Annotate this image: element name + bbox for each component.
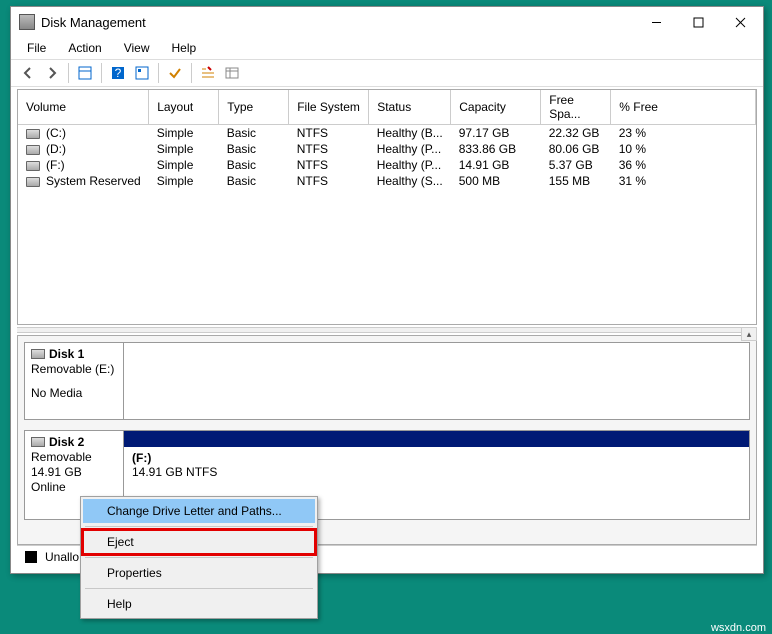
titlebar[interactable]: Disk Management (11, 7, 763, 37)
separator (85, 526, 313, 527)
disk-icon (31, 437, 45, 447)
svg-text:?: ? (115, 66, 122, 80)
maximize-button[interactable] (677, 8, 719, 36)
minimize-button[interactable] (635, 8, 677, 36)
attribution: wsxdn.com (711, 622, 766, 634)
properties-icon[interactable] (74, 62, 96, 84)
ctx-properties[interactable]: Properties (83, 561, 315, 585)
disk-name: Disk 1 (49, 347, 84, 361)
toolbar: ? (11, 59, 763, 87)
partition-label: (F:) (132, 451, 741, 465)
help-icon[interactable]: ? (107, 62, 129, 84)
drive-icon (26, 161, 40, 171)
disk-management-window: Disk Management File Action View Help ? … (10, 6, 764, 574)
ctx-help[interactable]: Help (83, 592, 315, 616)
close-button[interactable] (719, 8, 761, 36)
separator (85, 557, 313, 558)
context-menu: Change Drive Letter and Paths... Eject P… (80, 496, 318, 619)
col-capacity[interactable]: Capacity (451, 90, 541, 125)
col-layout[interactable]: Layout (149, 90, 219, 125)
window-title: Disk Management (41, 15, 635, 30)
grid-icon[interactable] (221, 62, 243, 84)
disk-media: No Media (31, 386, 117, 400)
table-row[interactable]: System ReservedSimpleBasicNTFSHealthy (S… (18, 173, 756, 189)
table-row[interactable]: (F:)SimpleBasicNTFSHealthy (P...14.91 GB… (18, 157, 756, 173)
menu-help[interactable]: Help (162, 39, 207, 57)
menubar: File Action View Help (11, 37, 763, 59)
action-icon[interactable] (164, 62, 186, 84)
disk-name: Disk 2 (49, 435, 84, 449)
drive-icon (26, 129, 40, 139)
disk-label[interactable]: Disk 1 Removable (E:) No Media (24, 342, 124, 420)
col-volume[interactable]: Volume (18, 90, 149, 125)
partition-info: 14.91 GB NTFS (132, 465, 741, 479)
volume-list[interactable]: Volume Layout Type File System Status Ca… (17, 89, 757, 325)
disk-state: Online (31, 480, 117, 494)
back-button[interactable] (17, 62, 39, 84)
refresh-icon[interactable] (131, 62, 153, 84)
drive-icon (26, 145, 40, 155)
partition-header (124, 431, 749, 447)
col-type[interactable]: Type (219, 90, 289, 125)
ctx-change-drive-letter[interactable]: Change Drive Letter and Paths... (83, 499, 315, 523)
col-fs[interactable]: File System (289, 90, 369, 125)
col-status[interactable]: Status (369, 90, 451, 125)
disk-size: 14.91 GB (31, 465, 117, 479)
forward-button[interactable] (41, 62, 63, 84)
legend-unallocated: Unallo (45, 550, 79, 564)
disk-type: Removable (E:) (31, 362, 117, 376)
list-icon[interactable] (197, 62, 219, 84)
col-free[interactable]: Free Spa... (541, 90, 611, 125)
splitter[interactable]: ▴ (17, 327, 757, 333)
table-row[interactable]: (D:)SimpleBasicNTFSHealthy (P...833.86 G… (18, 141, 756, 157)
disk-type: Removable (31, 450, 117, 464)
table-row[interactable]: (C:)SimpleBasicNTFSHealthy (B...97.17 GB… (18, 125, 756, 142)
col-pct[interactable]: % Free (611, 90, 756, 125)
menu-view[interactable]: View (114, 39, 160, 57)
drive-icon (26, 177, 40, 187)
disk-icon (31, 349, 45, 359)
menu-file[interactable]: File (17, 39, 56, 57)
ctx-eject[interactable]: Eject (83, 530, 315, 554)
app-icon (19, 14, 35, 30)
menu-action[interactable]: Action (58, 39, 111, 57)
legend-unallocated-icon (25, 551, 37, 563)
scroll-up-icon[interactable]: ▴ (741, 327, 757, 341)
separator (85, 588, 313, 589)
disk-partition-area[interactable] (124, 342, 750, 420)
disk-row: Disk 1 Removable (E:) No Media (24, 342, 750, 420)
